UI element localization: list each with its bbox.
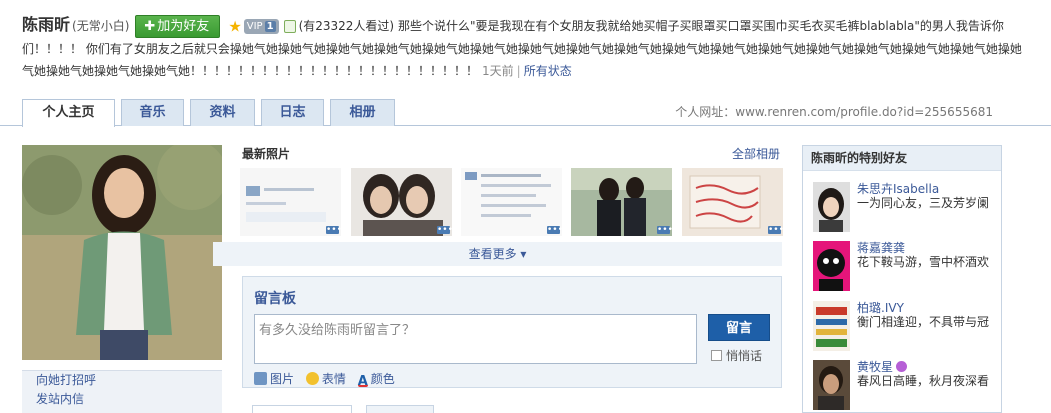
status-time: 1天前 bbox=[482, 64, 514, 78]
friend-item[interactable]: 黄牧星 春风日高睡，秋月夜深看 bbox=[813, 360, 998, 413]
friend-status: 衡门相逢迎，不具带与冠 bbox=[857, 315, 990, 329]
profile-url-value[interactable]: www.renren.com/profile.do?id=255655681 bbox=[735, 105, 993, 119]
add-friend-button[interactable]: ✚ 加为好友 bbox=[135, 15, 221, 38]
emoji-icon bbox=[305, 372, 319, 385]
message-input[interactable]: 有多久没给陈雨昕留言了？ bbox=[254, 314, 697, 364]
board-subtab[interactable] bbox=[366, 405, 434, 413]
tab-profile-info[interactable]: 资料 bbox=[190, 99, 255, 126]
friend-status: 一为同心友，三及芳岁阑 bbox=[857, 196, 990, 210]
profile-url-label: 个人网址： bbox=[675, 105, 736, 119]
image-icon bbox=[254, 372, 267, 385]
photo-more-badge: ••• bbox=[657, 225, 672, 235]
friend-name[interactable]: 柏璐.IVY bbox=[857, 299, 904, 316]
text-color-icon: A bbox=[357, 374, 368, 389]
friend-avatar-image bbox=[813, 241, 850, 291]
friend-name[interactable]: 蒋嘉龚龚 bbox=[857, 239, 905, 256]
whisper-label: 悄悄话 bbox=[726, 349, 763, 363]
heart-badge-icon bbox=[896, 361, 908, 372]
profile-tabs: 个人主页 音乐 资料 日志 相册 个人网址：www.renren.com/pro… bbox=[0, 99, 1051, 127]
caret-down-icon: ▾ bbox=[520, 247, 527, 261]
post-message-button[interactable]: 留言 bbox=[708, 314, 770, 341]
tab-music[interactable]: 音乐 bbox=[121, 99, 184, 126]
all-albums-link[interactable]: 全部相册 bbox=[732, 145, 780, 162]
see-more-photos-button[interactable]: 查看更多 ▾ bbox=[213, 242, 782, 266]
friend-name-text: 黄牧星 bbox=[857, 360, 894, 374]
vip-level: 1 bbox=[264, 21, 276, 32]
insert-image-label: 图片 bbox=[270, 372, 295, 386]
text-color-button[interactable]: A 颜色 bbox=[357, 372, 395, 389]
friend-name[interactable]: 朱思卉Isabella bbox=[857, 180, 939, 197]
vip-badge[interactable]: VIP 1 bbox=[243, 19, 279, 34]
photo-thumbnail[interactable]: ••• bbox=[240, 168, 341, 236]
friend-name[interactable]: 黄牧星 bbox=[857, 358, 908, 375]
profile-nickname: (无常小白) bbox=[72, 19, 130, 33]
profile-header: 陈雨昕 (无常小白) ✚ 加为好友 ★ VIP 1 (有23322人看过) 那些个说什么"要是… bbox=[22, 14, 1022, 82]
message-board: 留言板 有多久没给陈雨昕留言了？ 留言 悄悄话 图片 表情 A 颜色 bbox=[242, 276, 782, 389]
photo-more-badge: ••• bbox=[547, 225, 562, 235]
insert-image-button[interactable]: 图片 bbox=[254, 372, 294, 386]
all-status-link[interactable]: 所有状态 bbox=[524, 64, 572, 78]
say-hello-link[interactable]: 向她打招呼 bbox=[22, 371, 222, 390]
view-count: (有23322人看过) bbox=[298, 19, 395, 33]
text-color-label: 颜色 bbox=[370, 372, 395, 386]
friend-avatar-image bbox=[813, 182, 850, 232]
tab-homepage[interactable]: 个人主页 bbox=[22, 99, 115, 127]
profile-actions: 向她打招呼 发站内信 bbox=[22, 370, 222, 413]
photo-more-badge: ••• bbox=[326, 225, 341, 235]
avatar-image bbox=[22, 145, 222, 360]
friend-avatar[interactable] bbox=[813, 182, 850, 232]
photo-more-badge: ••• bbox=[768, 225, 783, 235]
see-more-label: 查看更多 bbox=[468, 247, 517, 261]
friend-item[interactable]: 朱思卉Isabella 一为同心友，三及芳岁阑 bbox=[813, 182, 998, 236]
insert-emoji-label: 表情 bbox=[321, 372, 346, 386]
add-friend-label: 加为好友 bbox=[157, 19, 210, 34]
photo-thumbnail[interactable]: ••• bbox=[461, 168, 562, 236]
photo-more-badge: ••• bbox=[437, 225, 452, 235]
profile-url: 个人网址：www.renren.com/profile.do?id=255655… bbox=[675, 103, 993, 120]
friend-avatar[interactable] bbox=[813, 301, 850, 351]
message-tools: 图片 表情 A 颜色 bbox=[254, 370, 403, 389]
friend-avatar-image bbox=[813, 301, 850, 351]
insert-emoji-button[interactable]: 表情 bbox=[305, 372, 346, 386]
photo-thumbnail[interactable]: ••• bbox=[351, 168, 452, 236]
friend-item[interactable]: 柏璐.IVY 衡门相逢迎，不具带与冠 bbox=[813, 301, 998, 355]
tab-album[interactable]: 相册 bbox=[330, 99, 395, 126]
friend-avatar[interactable] bbox=[813, 241, 850, 291]
star-icon[interactable]: ★ bbox=[228, 18, 241, 36]
friend-item[interactable]: 蒋嘉龚龚 花下鞍马游，雪中杯酒欢 bbox=[813, 241, 998, 295]
message-board-title: 留言板 bbox=[254, 291, 296, 307]
profile-name: 陈雨昕 bbox=[22, 15, 71, 34]
special-friends-panel: 陈雨昕的特别好友 朱思卉Isabella 一为同心友，三及芳岁阑 蒋嘉龚龚 花下… bbox=[802, 145, 1002, 413]
friend-avatar-image bbox=[813, 360, 850, 410]
tab-blog[interactable]: 日志 bbox=[261, 99, 324, 126]
separator: | bbox=[516, 64, 521, 78]
recent-photos-title: 最新照片 bbox=[242, 147, 291, 161]
photo-thumbnail[interactable]: ••• bbox=[682, 168, 783, 236]
vip-label: VIP bbox=[246, 21, 263, 32]
friend-status: 春风日高睡，秋月夜深看 bbox=[857, 374, 990, 388]
whisper-checkbox[interactable]: 悄悄话 bbox=[711, 347, 762, 364]
friend-status: 花下鞍马游，雪中杯酒欢 bbox=[857, 255, 990, 269]
status-icon bbox=[283, 20, 296, 33]
checkbox-icon bbox=[711, 350, 722, 361]
plus-icon: ✚ bbox=[144, 19, 156, 34]
send-message-link[interactable]: 发站内信 bbox=[22, 390, 222, 409]
photo-thumbnail[interactable]: ••• bbox=[571, 168, 672, 236]
profile-avatar[interactable] bbox=[22, 145, 222, 360]
board-subtab[interactable] bbox=[252, 405, 352, 413]
special-friends-title: 陈雨昕的特别好友 bbox=[803, 146, 1001, 171]
friend-avatar[interactable] bbox=[813, 360, 850, 410]
